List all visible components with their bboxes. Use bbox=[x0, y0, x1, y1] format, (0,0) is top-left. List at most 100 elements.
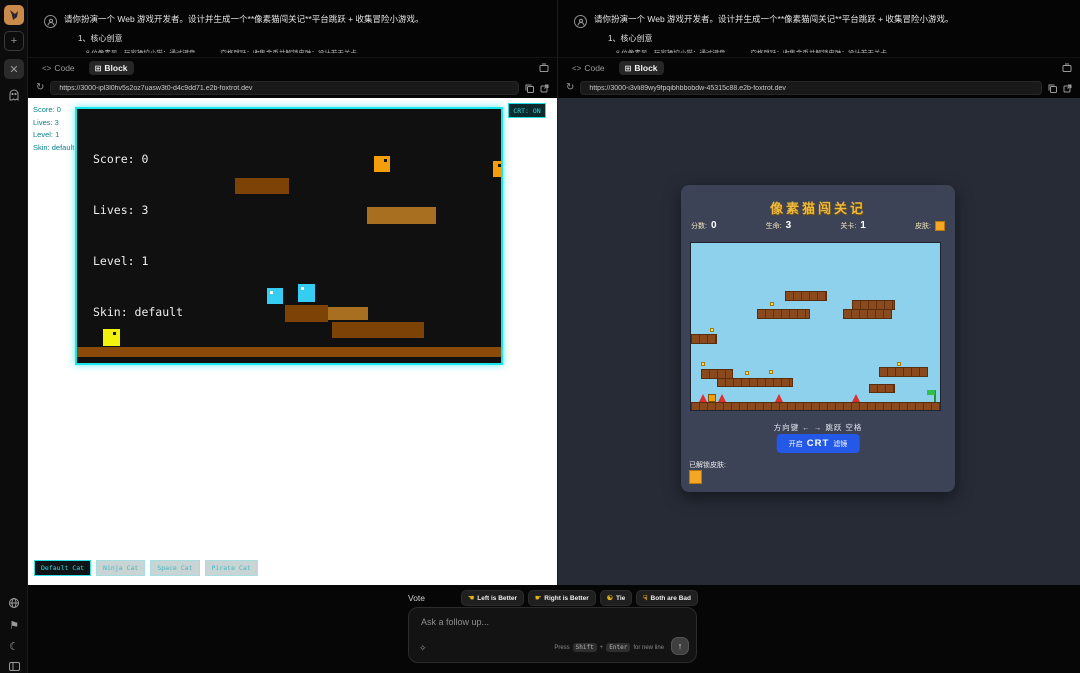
spike-sprite bbox=[718, 394, 726, 402]
globe-icon[interactable] bbox=[4, 593, 24, 613]
box-sprite bbox=[374, 156, 390, 172]
tab-code[interactable]: <>Code bbox=[36, 61, 81, 75]
vote-right-label: Right is Better bbox=[544, 595, 588, 602]
moon-icon[interactable]: ☾ bbox=[4, 636, 24, 656]
skin-default-cat-button[interactable]: Default Cat bbox=[34, 560, 91, 576]
user-avatar-icon bbox=[574, 15, 587, 28]
vote-left-button[interactable]: ☚Left is Better bbox=[461, 590, 524, 606]
skin-ninja-cat-button[interactable]: Ninja Cat bbox=[96, 560, 145, 576]
shift-key-chip: Shift bbox=[573, 643, 597, 652]
panel-layout-icon[interactable] bbox=[4, 656, 24, 673]
game-title: 像素猫闯关记 bbox=[681, 198, 955, 217]
skin-space-cat-button[interactable]: Space Cat bbox=[150, 560, 199, 576]
url-input[interactable] bbox=[50, 81, 519, 95]
vote-tie-button[interactable]: ☯Tie bbox=[600, 590, 633, 606]
flag-icon[interactable]: ⚑ bbox=[4, 615, 24, 635]
plat-sprite bbox=[367, 207, 436, 224]
canvas-hud-skin: Skin: default bbox=[93, 304, 183, 321]
expand-icon[interactable] bbox=[539, 63, 549, 73]
tile-sprite bbox=[843, 309, 892, 319]
score-label: 分数: bbox=[691, 221, 707, 231]
skin-label: 皮肤: bbox=[915, 221, 931, 231]
rplayer-sprite bbox=[708, 394, 716, 402]
left-urlbar: ↻ bbox=[28, 78, 557, 98]
right-chat-message: 请你扮演一个 Web 游戏开发者。设计并生成一个**像素猫闯关记**平台跳跃 +… bbox=[558, 0, 1080, 58]
prompt: 请你扮演一个 Web 游戏开发者。设计并生成一个**像素猫闯关记**平台跳跃 +… bbox=[64, 14, 547, 53]
new-chat-button[interactable]: + bbox=[4, 31, 24, 51]
game-stats: 分数:0 生命:3 关卡:1 皮肤: bbox=[691, 220, 945, 231]
tab-block[interactable]: ⊞Block bbox=[89, 61, 134, 75]
refresh-icon[interactable]: ↻ bbox=[566, 83, 574, 93]
tab-code[interactable]: <>Code bbox=[566, 61, 611, 75]
prompt-detail: 8 位像素风，玩家操控小猫：通过键盘 ← → ，空格跳跃；收集金币并解锁皮肤；设… bbox=[86, 47, 547, 53]
crt-filter-button[interactable]: 开启 CRT 滤镜 bbox=[777, 434, 860, 453]
tile-sprite bbox=[717, 378, 793, 387]
tile-sprite bbox=[785, 291, 827, 301]
follow-up-composer: ✧ Press Shift + Enter for new line ↑ bbox=[408, 607, 697, 663]
prompt-detail: 8 位像素风，玩家操控小猫：通过键盘 ← → ，空格跳跃；收集金币并解锁皮肤；设… bbox=[616, 47, 1070, 53]
flagcloth-sprite bbox=[927, 390, 935, 395]
tile-sprite bbox=[757, 309, 810, 319]
crt-strong: CRT bbox=[807, 438, 830, 449]
hint-press: Press bbox=[554, 645, 569, 651]
app-rail: + ✕ ⚑ ☾ bbox=[0, 0, 28, 673]
left-game-canvas[interactable]: Score: 0 Lives: 3 Level: 1 Skin: default bbox=[75, 107, 503, 365]
vote-both-bad-button[interactable]: ☟Both are Bad bbox=[636, 590, 698, 606]
plat-sprite bbox=[332, 322, 424, 338]
tile-sprite bbox=[691, 402, 941, 411]
prompt-heading: 1、核心创意 bbox=[608, 33, 1070, 44]
crt-prefix: 开启 bbox=[789, 439, 803, 449]
coin-sprite bbox=[897, 362, 901, 366]
tab-block[interactable]: ⊞Block bbox=[619, 61, 664, 75]
code-icon: <> bbox=[42, 64, 51, 73]
url-input[interactable] bbox=[580, 81, 1042, 95]
right-hand-icon: ☛ bbox=[535, 594, 541, 602]
copy-icon[interactable] bbox=[525, 84, 534, 93]
refresh-icon[interactable]: ↻ bbox=[36, 83, 44, 93]
plat-sprite bbox=[235, 178, 289, 194]
crt-suffix: 滤镜 bbox=[833, 439, 847, 449]
versus-icon[interactable]: ✕ bbox=[4, 59, 24, 79]
unlocked-skin-swatch[interactable] bbox=[689, 470, 702, 484]
tab-code-label: Code bbox=[584, 63, 604, 73]
left-chat-message: 请你扮演一个 Web 游戏开发者。设计并生成一个**像素猫闯关记**平台跳跃 +… bbox=[28, 0, 557, 58]
box-sprite bbox=[493, 161, 501, 177]
tab-block-label: Block bbox=[634, 63, 657, 73]
coin-sprite bbox=[701, 362, 705, 366]
box-sprite bbox=[267, 288, 283, 304]
lives-value: 3 bbox=[786, 220, 792, 231]
sparkle-icon[interactable]: ✧ bbox=[419, 643, 427, 654]
send-button[interactable]: ↑ bbox=[671, 637, 689, 655]
score-value: 0 bbox=[711, 220, 717, 231]
spike-sprite bbox=[775, 394, 783, 402]
crt-toggle-button[interactable]: CRT: ON bbox=[508, 103, 546, 118]
left-hand-icon: ☚ bbox=[468, 594, 474, 602]
open-external-icon[interactable] bbox=[1063, 84, 1072, 93]
expand-icon[interactable] bbox=[1062, 63, 1072, 73]
vote-row: Vote ☚Left is Better ☛Right is Better ☯T… bbox=[408, 590, 698, 606]
right-game-preview: 像素猫闯关记 分数:0 生命:3 关卡:1 皮肤: 方向键 ← → 跳跃 空格 … bbox=[558, 98, 1080, 585]
copy-icon[interactable] bbox=[1048, 84, 1057, 93]
vote-left-label: Left is Better bbox=[477, 595, 517, 602]
coin-sprite bbox=[769, 370, 773, 374]
hint-rest: for new line bbox=[633, 645, 664, 651]
left-pane: 请你扮演一个 Web 游戏开发者。设计并生成一个**像素猫闯关记**平台跳跃 +… bbox=[28, 0, 557, 585]
vote-tie-label: Tie bbox=[616, 595, 625, 602]
tile-sprite bbox=[869, 384, 895, 393]
follow-up-input[interactable] bbox=[409, 608, 696, 638]
ghost-icon[interactable] bbox=[4, 85, 24, 105]
vote-label: Vote bbox=[408, 593, 425, 603]
right-game-canvas[interactable] bbox=[690, 242, 941, 411]
hud-score: Score: 0 bbox=[33, 104, 74, 117]
block-icon: ⊞ bbox=[625, 64, 632, 73]
vote-both-bad-label: Both are Bad bbox=[651, 595, 691, 602]
prompt-text: 请你扮演一个 Web 游戏开发者。设计并生成一个**像素猫闯关记**平台跳跃 +… bbox=[64, 14, 547, 26]
enter-key-chip: Enter bbox=[606, 643, 630, 652]
prompt: 请你扮演一个 Web 游戏开发者。设计并生成一个**像素猫闯关记**平台跳跃 +… bbox=[594, 14, 1070, 53]
vote-right-button[interactable]: ☛Right is Better bbox=[528, 590, 596, 606]
open-external-icon[interactable] bbox=[540, 84, 549, 93]
spike-sprite bbox=[852, 394, 860, 402]
newline-hint: Press Shift + Enter for new line bbox=[554, 643, 664, 652]
skin-pirate-cat-button[interactable]: Pirate Cat bbox=[205, 560, 258, 576]
app-logo[interactable] bbox=[4, 5, 24, 25]
